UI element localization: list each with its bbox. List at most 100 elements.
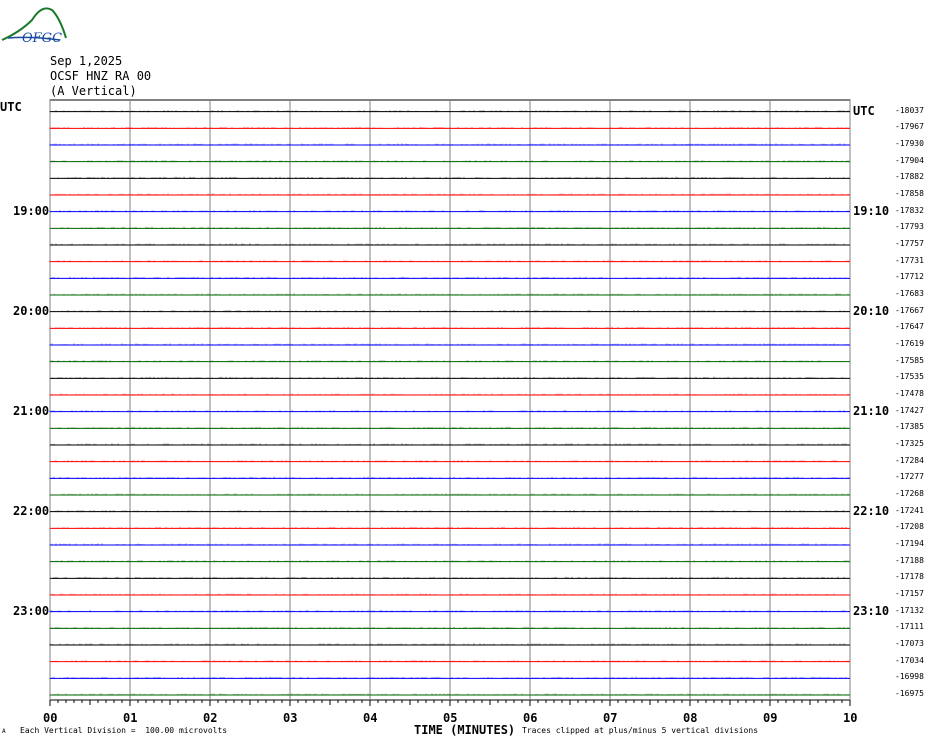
row-value-label: -17478 bbox=[895, 389, 924, 398]
row-value-label: -17427 bbox=[895, 405, 924, 415]
row-value-label: -17832 bbox=[895, 205, 924, 215]
trace-noise bbox=[49, 693, 849, 696]
trace-noise bbox=[49, 326, 849, 329]
trace-noise bbox=[49, 410, 849, 413]
row-value-label: -17034 bbox=[895, 655, 924, 665]
date-label: Sep 1,2025 bbox=[50, 54, 123, 68]
trace-noise bbox=[49, 226, 849, 229]
trace-noise bbox=[49, 176, 849, 179]
row-value-label: -17793 bbox=[895, 222, 924, 232]
hour-label-left: 19:00 bbox=[13, 203, 50, 218]
x-tick-label: 04 bbox=[363, 711, 378, 725]
trace-noise bbox=[49, 110, 849, 113]
corner-mark: A bbox=[2, 728, 6, 735]
row-value-label: -17325 bbox=[895, 439, 924, 448]
x-tick-label: 08 bbox=[683, 711, 698, 725]
hour-label-right: 19:10 bbox=[853, 203, 890, 218]
component-label: (A Vertical) bbox=[50, 84, 137, 98]
x-tick-label: 07 bbox=[603, 711, 618, 725]
x-tick-label: 02 bbox=[203, 711, 218, 725]
row-value-label: -17683 bbox=[895, 289, 924, 298]
trace-noise bbox=[49, 293, 849, 296]
row-value-label: -17619 bbox=[895, 339, 924, 348]
trace-noise bbox=[49, 393, 849, 396]
trace-noise bbox=[49, 510, 849, 513]
trace-noise bbox=[49, 626, 849, 629]
row-value-label: -16975 bbox=[895, 689, 924, 698]
row-value-label: -17157 bbox=[895, 589, 924, 598]
row-value-label: -17882 bbox=[895, 172, 924, 182]
trace-noise bbox=[49, 343, 849, 346]
scale-note: Each Vertical Division = 100.00 microvol… bbox=[20, 726, 228, 735]
row-value-label: -17073 bbox=[895, 639, 924, 648]
trace-noise bbox=[49, 526, 849, 529]
trace-noise bbox=[49, 360, 849, 363]
hour-label-right: 23:10 bbox=[853, 603, 890, 618]
hour-label-left: 21:00 bbox=[13, 403, 50, 418]
trace-noise bbox=[49, 543, 849, 546]
row-value-label: -17194 bbox=[895, 539, 924, 548]
trace-noise bbox=[49, 210, 849, 213]
row-value-label: -17967 bbox=[895, 122, 924, 132]
trace-noise bbox=[49, 443, 849, 446]
hour-label-left: 22:00 bbox=[13, 503, 50, 518]
ofgc-logo: OFGC bbox=[0, 2, 75, 48]
seismogram-plot bbox=[49, 99, 851, 706]
logo-text: OFGC bbox=[22, 31, 62, 44]
x-tick-label: 09 bbox=[763, 711, 778, 725]
row-value-label: -17268 bbox=[895, 489, 924, 498]
trace-noise bbox=[49, 193, 849, 196]
trace-noise bbox=[49, 610, 849, 613]
row-value-label: -17930 bbox=[895, 139, 924, 148]
row-value-label: -17712 bbox=[895, 272, 924, 282]
x-tick-label: 00 bbox=[43, 711, 58, 725]
row-value-label: -17731 bbox=[895, 255, 924, 265]
trace-noise bbox=[49, 260, 849, 263]
row-value-label: -17208 bbox=[895, 522, 924, 532]
hour-label-left: 23:00 bbox=[13, 603, 50, 618]
trace-noise bbox=[49, 426, 849, 429]
trace-noise bbox=[49, 143, 849, 146]
trace-noise bbox=[49, 643, 849, 646]
hour-label-right: 21:10 bbox=[853, 403, 890, 418]
x-axis-title: TIME (MINUTES) bbox=[414, 723, 516, 737]
x-tick-label: 01 bbox=[123, 711, 138, 725]
trace-noise bbox=[49, 243, 849, 246]
utc-left-label: UTC bbox=[0, 100, 22, 114]
trace-noise bbox=[49, 576, 849, 579]
row-value-label: -17188 bbox=[895, 555, 924, 565]
station-label: OCSF HNZ RA 00 bbox=[50, 69, 152, 83]
row-value-label: -17904 bbox=[895, 155, 924, 165]
trace-noise bbox=[49, 593, 849, 596]
trace-noise bbox=[49, 460, 849, 463]
clip-note: Traces clipped at plus/minus 5 vertical … bbox=[522, 726, 759, 735]
trace-noise bbox=[49, 676, 849, 679]
x-tick-label: 03 bbox=[283, 711, 298, 725]
trace-noise bbox=[49, 660, 849, 663]
row-value-label: -18037 bbox=[895, 105, 924, 115]
trace-noise bbox=[49, 476, 849, 479]
row-value-label: -17178 bbox=[895, 572, 924, 582]
hour-label-left: 20:00 bbox=[13, 303, 50, 318]
row-value-label: -17277 bbox=[895, 472, 924, 482]
row-value-label: -17241 bbox=[895, 505, 924, 515]
hour-label-right: UTC bbox=[853, 103, 875, 118]
row-value-label: -17535 bbox=[895, 372, 924, 382]
trace-noise bbox=[49, 160, 849, 163]
row-value-label: -17757 bbox=[895, 239, 924, 248]
plot-frame bbox=[49, 99, 851, 701]
row-value-label: -17667 bbox=[895, 305, 924, 315]
row-value-label: -17858 bbox=[895, 189, 924, 198]
row-value-label: -17111 bbox=[895, 622, 924, 632]
row-value-label: -17647 bbox=[895, 322, 924, 332]
trace-noise bbox=[49, 310, 849, 313]
trace-noise bbox=[49, 376, 847, 379]
row-value-label: -17132 bbox=[895, 605, 924, 615]
trace-noise bbox=[49, 126, 849, 129]
row-value-label: -17284 bbox=[895, 455, 924, 465]
hour-label-right: 22:10 bbox=[853, 503, 890, 518]
hour-label-right: 20:10 bbox=[853, 303, 890, 318]
row-value-label: -16998 bbox=[895, 672, 924, 682]
trace-noise bbox=[49, 276, 849, 279]
x-tick-label: 06 bbox=[523, 711, 538, 725]
